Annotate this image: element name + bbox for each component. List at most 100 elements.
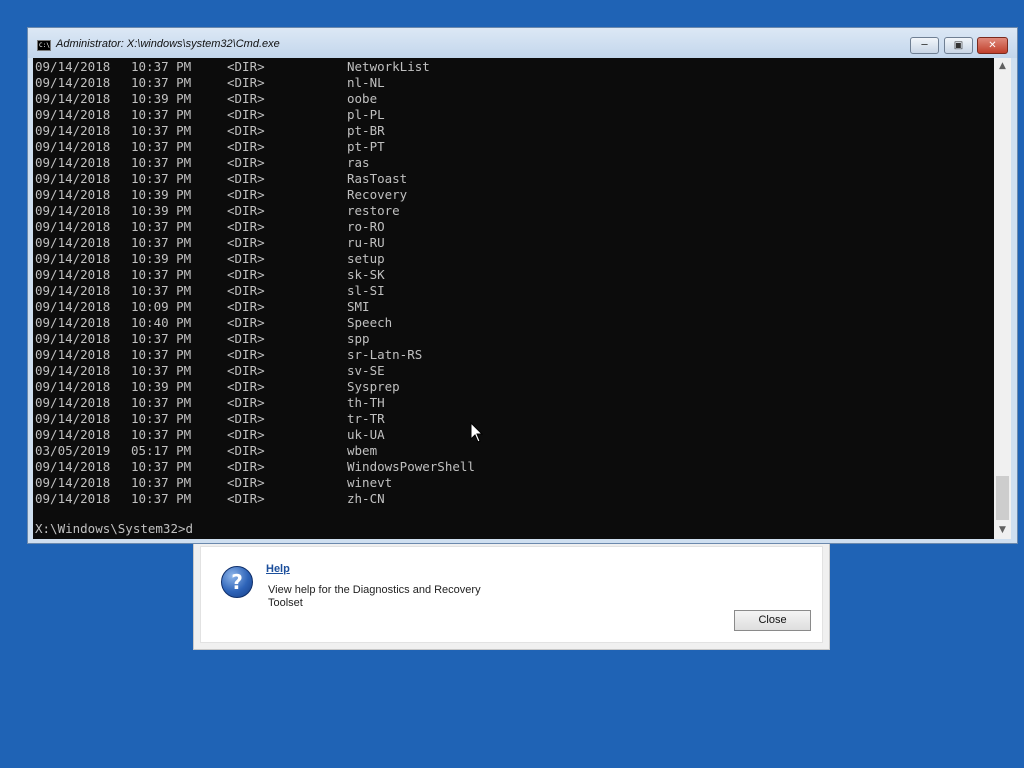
entry-name: sl-SI [347, 283, 385, 298]
scrollbar-thumb[interactable] [996, 476, 1009, 520]
entry-time: 10:37 PM [131, 123, 192, 138]
entry-name: SMI [347, 299, 370, 314]
entry-time: 10:39 PM [131, 187, 192, 202]
scroll-up-arrow-icon[interactable]: ▲ [994, 58, 1011, 75]
listing-row: 09/14/2018 10:37 PM <DIR> sr-Latn-RS [35, 347, 475, 363]
entry-type: <DIR> [227, 395, 265, 410]
entry-name: nl-NL [347, 75, 385, 90]
cmd-icon: C:\ [37, 40, 51, 51]
listing-row: 09/14/2018 10:37 PM <DIR> uk-UA [35, 427, 475, 443]
entry-name: ru-RU [347, 235, 385, 250]
entry-name: Speech [347, 315, 393, 330]
scroll-down-arrow-icon[interactable]: ▼ [994, 522, 1011, 539]
listing-row: 09/14/2018 10:09 PM <DIR> SMI [35, 299, 475, 315]
listing-row: 09/14/2018 10:37 PM <DIR> th-TH [35, 395, 475, 411]
entry-time: 10:40 PM [131, 315, 192, 330]
entry-date: 09/14/2018 [35, 427, 111, 442]
entry-type: <DIR> [227, 363, 265, 378]
entry-time: 10:37 PM [131, 219, 192, 234]
entry-type: <DIR> [227, 203, 265, 218]
entry-date: 09/14/2018 [35, 395, 111, 410]
entry-date: 09/14/2018 [35, 203, 111, 218]
close-icon: ✕ [988, 40, 997, 51]
entry-type: <DIR> [227, 155, 265, 170]
entry-type: <DIR> [227, 427, 265, 442]
entry-time: 10:37 PM [131, 347, 192, 362]
minimize-icon: ─ [921, 40, 928, 51]
entry-name: winevt [347, 475, 393, 490]
entry-time: 10:39 PM [131, 379, 192, 394]
entry-type: <DIR> [227, 267, 265, 282]
listing-row: 09/14/2018 10:37 PM <DIR> pl-PL [35, 107, 475, 123]
entry-name: oobe [347, 91, 378, 106]
entry-type: <DIR> [227, 219, 265, 234]
entry-name: pl-PL [347, 107, 385, 122]
listing-row: 09/14/2018 10:37 PM <DIR> tr-TR [35, 411, 475, 427]
entry-name: WindowsPowerShell [347, 459, 475, 474]
entry-time: 10:37 PM [131, 491, 192, 506]
cmd-window: C:\ Administrator: X:\windows\system32\C… [27, 27, 1018, 544]
entry-date: 09/14/2018 [35, 155, 111, 170]
entry-time: 10:37 PM [131, 395, 192, 410]
title-bar[interactable]: C:\ Administrator: X:\windows\system32\C… [28, 28, 1017, 58]
close-button[interactable]: Close [734, 610, 811, 631]
listing-row: 09/14/2018 10:39 PM <DIR> setup [35, 251, 475, 267]
vertical-scrollbar[interactable]: ▲ ▼ [994, 58, 1011, 539]
entry-name: th-TH [347, 395, 385, 410]
entry-type: <DIR> [227, 187, 265, 202]
window-title: Administrator: X:\windows\system32\Cmd.e… [56, 38, 280, 50]
close-window-button[interactable]: ✕ [977, 37, 1008, 54]
entry-date: 09/14/2018 [35, 251, 111, 266]
entry-type: <DIR> [227, 491, 265, 506]
entry-type: <DIR> [227, 411, 265, 426]
entry-type: <DIR> [227, 379, 265, 394]
entry-time: 10:37 PM [131, 459, 192, 474]
listing-row: 09/14/2018 10:39 PM <DIR> Sysprep [35, 379, 475, 395]
entry-date: 09/14/2018 [35, 331, 111, 346]
listing-row: 09/14/2018 10:39 PM <DIR> restore [35, 203, 475, 219]
entry-date: 09/14/2018 [35, 491, 111, 506]
entry-date: 09/14/2018 [35, 379, 111, 394]
entry-type: <DIR> [227, 315, 265, 330]
entry-name: spp [347, 331, 370, 346]
entry-type: <DIR> [227, 59, 265, 74]
entry-date: 03/05/2019 [35, 443, 111, 458]
command-prompt[interactable]: X:\Windows\System32>d [35, 521, 193, 537]
entry-time: 10:37 PM [131, 139, 192, 154]
entry-date: 09/14/2018 [35, 219, 111, 234]
entry-time: 10:39 PM [131, 203, 192, 218]
help-link[interactable]: Help [266, 563, 290, 575]
entry-date: 09/14/2018 [35, 347, 111, 362]
listing-row: 09/14/2018 10:37 PM <DIR> nl-NL [35, 75, 475, 91]
listing-row: 09/14/2018 10:37 PM <DIR> WindowsPowerShell [35, 459, 475, 475]
entry-date: 09/14/2018 [35, 139, 111, 154]
listing-row: 09/14/2018 10:37 PM <DIR> ro-RO [35, 219, 475, 235]
entry-time: 10:37 PM [131, 331, 192, 346]
entry-date: 09/14/2018 [35, 475, 111, 490]
listing-row: 09/14/2018 10:37 PM <DIR> ras [35, 155, 475, 171]
entry-time: 10:37 PM [131, 363, 192, 378]
entry-time: 10:37 PM [131, 59, 192, 74]
entry-time: 10:37 PM [131, 283, 192, 298]
entry-name: Sysprep [347, 379, 400, 394]
entry-date: 09/14/2018 [35, 91, 111, 106]
entry-date: 09/14/2018 [35, 363, 111, 378]
entry-name: pt-BR [347, 123, 385, 138]
listing-row: 09/14/2018 10:40 PM <DIR> Speech [35, 315, 475, 331]
entry-date: 09/14/2018 [35, 107, 111, 122]
entry-type: <DIR> [227, 459, 265, 474]
listing-row: 09/14/2018 10:37 PM <DIR> zh-CN [35, 491, 475, 507]
listing-row: 09/14/2018 10:37 PM <DIR> sl-SI [35, 283, 475, 299]
entry-date: 09/14/2018 [35, 59, 111, 74]
listing-row: 09/14/2018 10:37 PM <DIR> sv-SE [35, 363, 475, 379]
listing-row: 09/14/2018 10:37 PM <DIR> NetworkList [35, 59, 475, 75]
entry-time: 10:39 PM [131, 91, 192, 106]
console-output[interactable]: 09/14/2018 10:37 PM <DIR> NetworkList 09/14/… [33, 58, 994, 539]
minimize-button[interactable]: ─ [910, 37, 939, 54]
entry-date: 09/14/2018 [35, 411, 111, 426]
maximize-button[interactable]: ▣ [944, 37, 973, 54]
entry-type: <DIR> [227, 171, 265, 186]
entry-type: <DIR> [227, 475, 265, 490]
entry-time: 10:37 PM [131, 155, 192, 170]
entry-time: 10:09 PM [131, 299, 192, 314]
